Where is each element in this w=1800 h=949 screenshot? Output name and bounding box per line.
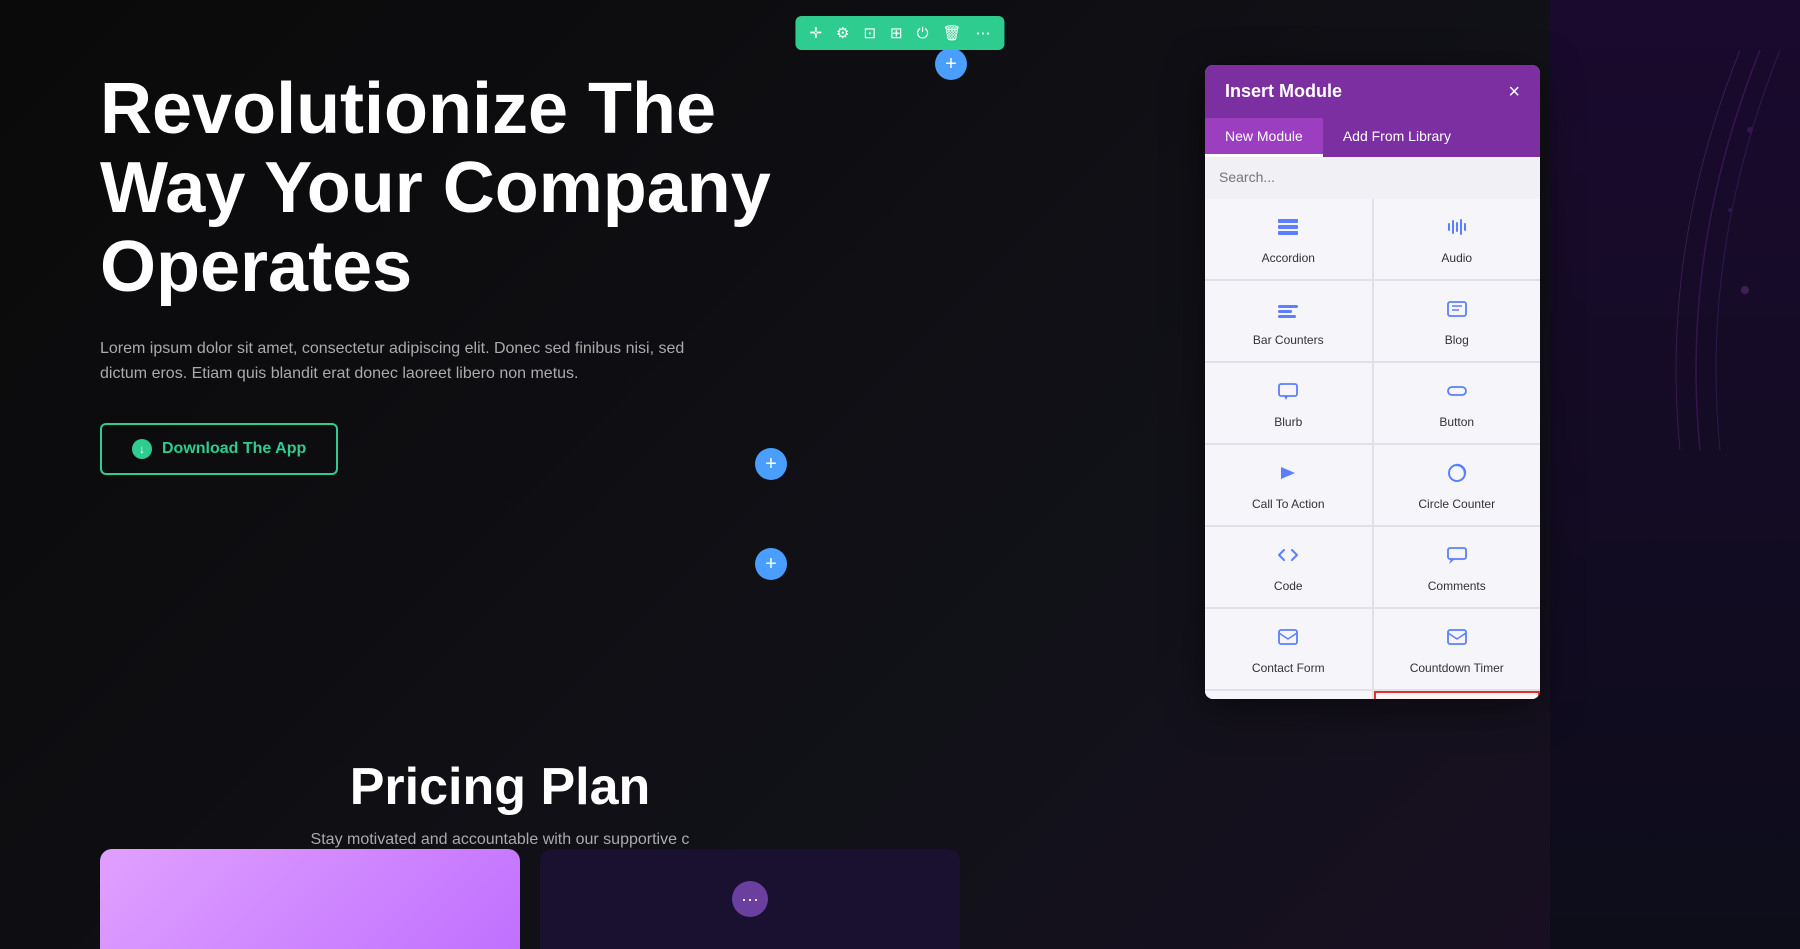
comments-label: Comments (1428, 579, 1486, 593)
module-item-contact-form[interactable]: Contact Form (1205, 609, 1372, 689)
editor-toolbar[interactable]: ✛ ⚙ ⊡ ⊞ ⏻ 🗑 ⋯ (795, 16, 1004, 50)
toolbar-more-icon[interactable]: ⋯ (976, 24, 991, 42)
bar-counters-icon (1276, 299, 1300, 325)
download-cta-button[interactable]: ↓ Download The App (100, 423, 338, 475)
contact-form-label: Contact Form (1252, 661, 1325, 675)
module-item-audio[interactable]: Audio (1374, 199, 1541, 279)
insert-module-panel: Insert Module × New Module Add From Libr… (1205, 65, 1540, 699)
contact-form-icon (1276, 627, 1300, 653)
hero-title: Revolutionize The Way Your Company Opera… (100, 70, 840, 308)
blurb-label: Blurb (1274, 415, 1302, 429)
module-item-circle-counter[interactable]: Circle Counter (1374, 445, 1541, 525)
button-icon (1445, 381, 1469, 407)
countdown-timer-icon (1445, 627, 1469, 653)
pricing-section: Pricing Plan Stay motivated and accounta… (200, 757, 800, 849)
pricing-cards-preview: ··· (100, 849, 960, 949)
comments-icon (1445, 545, 1469, 571)
module-grid: Accordion Audio Bar Counters Blog Blurb Butto… (1205, 199, 1540, 699)
toolbar-power-icon[interactable]: ⏻ (917, 25, 929, 42)
bar-counters-label: Bar Counters (1253, 333, 1324, 347)
pricing-subtitle: Stay motivated and accountable with our … (200, 831, 800, 849)
audio-icon (1445, 217, 1469, 243)
panel-tabs: New Module Add From Library (1205, 118, 1540, 157)
code-icon (1276, 545, 1300, 571)
card-dots-button[interactable]: ··· (732, 881, 768, 917)
module-item-email-optin[interactable]: Email Optin (1374, 691, 1541, 699)
tab-new-module[interactable]: New Module (1205, 118, 1323, 157)
pricing-title: Pricing Plan (200, 757, 800, 817)
blurb-icon (1276, 381, 1300, 407)
toolbar-delete-icon[interactable]: 🗑 (943, 24, 962, 42)
panel-search-container (1205, 157, 1540, 199)
circle-counter-label: Circle Counter (1418, 497, 1495, 511)
circle-counter-icon (1445, 463, 1469, 489)
pricing-card-dark: ··· (540, 849, 960, 949)
module-item-blog[interactable]: Blog (1374, 281, 1541, 361)
accordion-icon (1276, 217, 1300, 243)
hero-subtitle: Lorem ipsum dolor sit amet, consectetur … (100, 336, 700, 387)
call-to-action-icon (1276, 463, 1300, 489)
download-icon: ↓ (132, 439, 152, 459)
module-item-comments[interactable]: Comments (1374, 527, 1541, 607)
pricing-card-pink (100, 849, 520, 949)
module-item-countdown-timer[interactable]: Countdown Timer (1374, 609, 1541, 689)
accordion-label: Accordion (1262, 251, 1315, 265)
toolbar-grid-icon[interactable]: ⊞ (890, 24, 903, 42)
toolbar-settings-icon[interactable]: ⚙ (836, 24, 849, 42)
panel-close-button[interactable]: × (1508, 82, 1520, 102)
panel-header: Insert Module × (1205, 65, 1540, 118)
add-section-top-button[interactable]: + (935, 48, 967, 80)
module-item-call-to-action[interactable]: Call To Action (1205, 445, 1372, 525)
toolbar-duplicate-icon[interactable]: ⊡ (863, 24, 876, 42)
module-item-bar-counters[interactable]: Bar Counters (1205, 281, 1372, 361)
call-to-action-label: Call To Action (1252, 497, 1325, 511)
button-label: Button (1439, 415, 1474, 429)
code-label: Code (1274, 579, 1303, 593)
blog-label: Blog (1445, 333, 1469, 347)
audio-label: Audio (1441, 251, 1472, 265)
right-decoration (1550, 0, 1800, 949)
module-item-accordion[interactable]: Accordion (1205, 199, 1372, 279)
blog-icon (1445, 299, 1469, 325)
toolbar-move-icon[interactable]: ✛ (809, 24, 822, 42)
module-item-code[interactable]: Code (1205, 527, 1372, 607)
module-item-divider[interactable]: Divider (1205, 691, 1372, 699)
tab-add-from-library[interactable]: Add From Library (1323, 118, 1471, 157)
module-item-blurb[interactable]: Blurb (1205, 363, 1372, 443)
module-search-input[interactable] (1219, 169, 1526, 185)
module-item-button[interactable]: Button (1374, 363, 1541, 443)
add-module-mid2-button[interactable]: + (755, 548, 787, 580)
panel-title: Insert Module (1225, 81, 1342, 102)
decorative-lines (1580, 50, 1780, 450)
countdown-timer-label: Countdown Timer (1410, 661, 1504, 675)
add-module-mid1-button[interactable]: + (755, 448, 787, 480)
download-label: Download The App (162, 440, 306, 458)
